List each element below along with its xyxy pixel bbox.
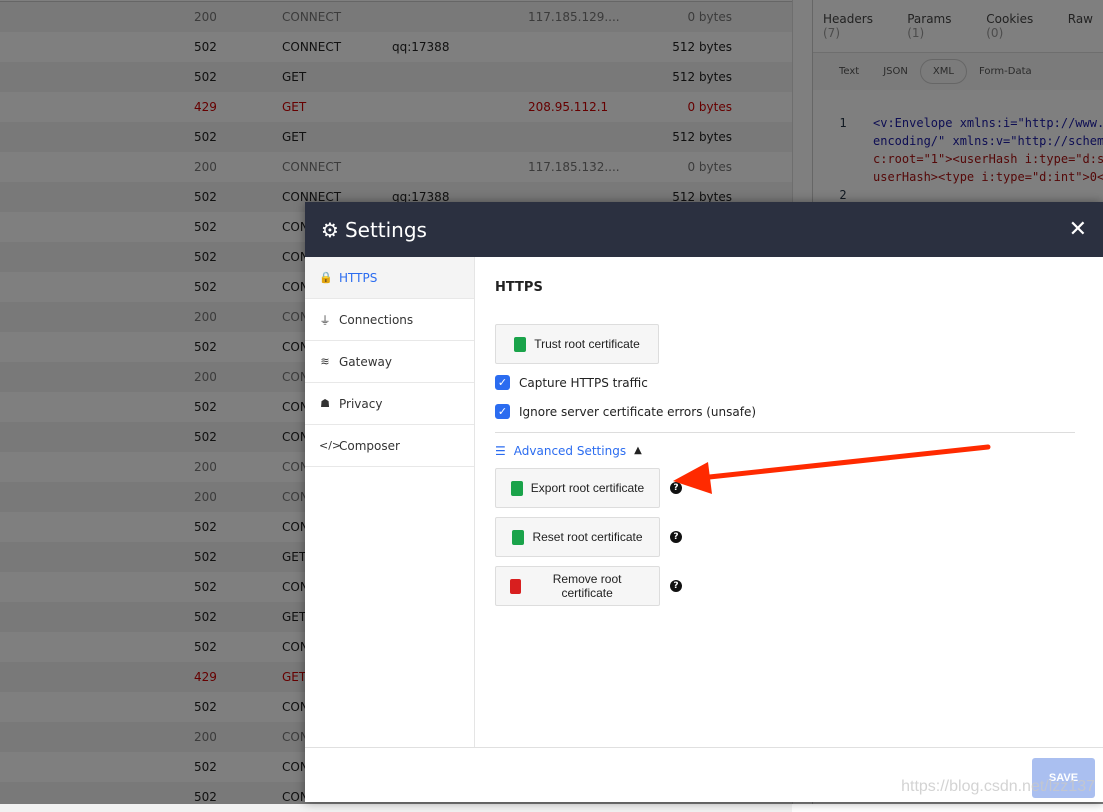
close-button[interactable]: ✕ xyxy=(1069,217,1087,242)
checkbox[interactable]: ✓ xyxy=(495,404,510,419)
settings-dialog: ⚙ Settings ✕ 🔒 HTTPS ⏚ Connections ≋ Gateway ☗… xyxy=(305,202,1103,802)
code-icon: </> xyxy=(319,439,342,452)
nav-item-connections[interactable]: ⏚ Connections xyxy=(305,299,474,341)
certificate-icon xyxy=(510,578,522,594)
nav-item-privacy[interactable]: ☗ Privacy xyxy=(305,383,474,425)
plug-icon: ⏚ xyxy=(319,313,331,327)
nav-item-https[interactable]: 🔒 HTTPS xyxy=(305,257,474,299)
dialog-header: ⚙ Settings ✕ xyxy=(305,202,1103,257)
gear-icon: ⚙ xyxy=(321,217,339,242)
trust-root-certificate-button[interactable]: Trust root certificate xyxy=(495,324,659,364)
certificate-icon xyxy=(514,336,527,352)
export-root-certificate-button[interactable]: Export root certificate xyxy=(495,468,660,508)
settings-nav: 🔒 HTTPS ⏚ Connections ≋ Gateway ☗ Privacy </> Com… xyxy=(305,257,475,747)
watermark: https://blog.csdn.net/lzz137 xyxy=(901,778,1095,795)
sliders-icon: ☰ xyxy=(495,443,506,458)
help-icon[interactable]: ? xyxy=(670,580,682,592)
checkbox-row[interactable]: ✓ Capture HTTPS traffic xyxy=(495,368,1075,397)
wifi-icon: ≋ xyxy=(320,355,330,368)
nav-item-composer[interactable]: </> Composer xyxy=(305,425,474,467)
section-title: HTTPS xyxy=(495,280,543,295)
user-lock-icon: ☗ xyxy=(320,397,330,410)
help-icon[interactable]: ? xyxy=(670,482,682,494)
reset-root-certificate-button[interactable]: Reset root certificate xyxy=(495,517,660,557)
certificate-icon xyxy=(510,480,523,496)
checkbox-row[interactable]: ✓ Ignore server certificate errors (unsaf… xyxy=(495,397,1075,426)
lock-icon: 🔒 xyxy=(319,271,333,284)
chevron-up-icon: ▲ xyxy=(634,445,642,456)
help-icon[interactable]: ? xyxy=(670,531,682,543)
advanced-settings-toggle[interactable]: ☰ Advanced Settings ▲ xyxy=(495,432,1075,468)
remove-root-certificate-button[interactable]: Remove root certificate xyxy=(495,566,660,606)
checkbox[interactable]: ✓ xyxy=(495,375,510,390)
https-settings: HTTPS Trust root certificate ✓ Capture HT… xyxy=(495,257,1075,615)
nav-item-gateway[interactable]: ≋ Gateway xyxy=(305,341,474,383)
dialog-title: Settings xyxy=(344,217,427,242)
certificate-icon xyxy=(512,529,525,545)
